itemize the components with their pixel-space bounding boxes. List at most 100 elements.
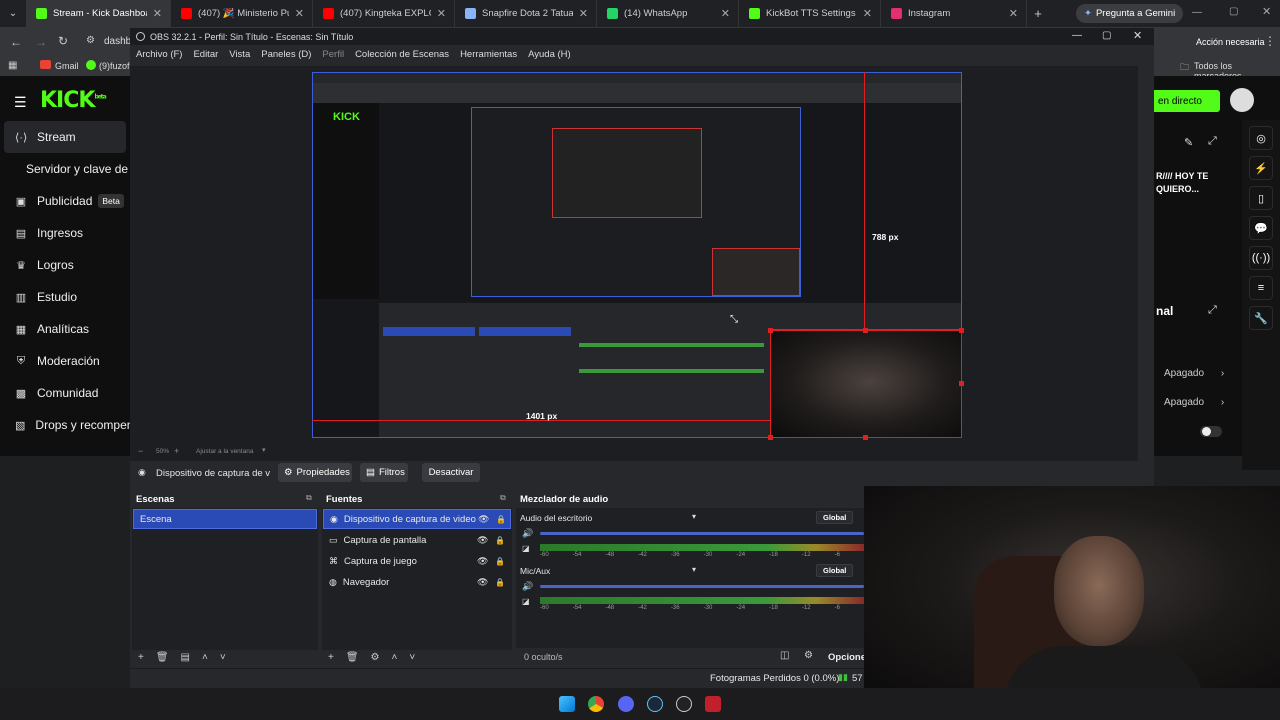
visibility-eye-icon[interactable]: 👁 [478,514,489,525]
kick-nav-item[interactable]: ♛ Logros [0,249,130,281]
add-source-icon[interactable]: + [328,652,334,663]
zoom-out-button[interactable]: − [138,446,143,456]
zoom-in-button[interactable]: + [174,446,179,456]
toggle-row-2[interactable]: Apagado › [1164,397,1224,408]
obs-menu-item[interactable]: Archivo (F) [136,49,182,60]
close-tab-icon[interactable]: ✕ [153,7,162,20]
tab-search-button[interactable]: ⌄ [0,0,26,27]
source-item[interactable]: ▭ Captura de pantalla 👁 🔒 [323,530,511,550]
resize-handle[interactable] [863,435,868,440]
undock-icon[interactable]: ⧉ [500,493,506,503]
target-icon[interactable]: ◎ [1249,126,1273,150]
source-item[interactable]: ◍ Navegador 👁 🔒 [323,572,511,592]
hamburger-icon[interactable]: ☰ [14,94,27,111]
speaker-icon[interactable]: 🔊 [522,528,533,539]
site-info-icon[interactable]: ⚙ [86,35,95,46]
chevron-down-icon[interactable]: ˅ [409,652,415,663]
expand-icon[interactable]: ⤢ [1208,135,1217,148]
kick-logo[interactable]: KICKbeta [40,88,107,113]
toggle-row-1[interactable]: Apagado › [1164,368,1224,379]
obs-taskbar-icon[interactable] [676,696,692,712]
obs-menu-item[interactable]: Perfil [322,49,344,60]
obs-preview[interactable]: KICK 1401 px 788 px ⤡ − 50% + Ajustar a … [130,66,1138,468]
fit-window-select[interactable]: Ajustar a la ventana [196,448,253,455]
kick-nav-item[interactable]: ▧ Drops y recompen [0,409,133,441]
kick-nav-item[interactable]: ▩ Comunidad [0,377,130,409]
close-tab-icon[interactable]: ✕ [721,7,730,20]
browser-tab[interactable]: (407) 🎉 Ministerio Públic ✕ [171,0,313,27]
properties-button[interactable]: ⚙ Propiedades [278,463,352,482]
browser-tab[interactable]: Stream - Kick Dashboard ✕ [26,0,171,27]
apps-icon[interactable]: ▦ [8,60,17,71]
chat-icon[interactable]: 💬 [1249,216,1273,240]
kick-nav-item[interactable]: ▣ Publicidad Beta [0,185,130,217]
trash-icon[interactable]: 🗑 [346,652,359,663]
obs-menu-item[interactable]: Vista [229,49,250,60]
volume-slider[interactable] [540,585,864,588]
browser-tab[interactable]: (14) WhatsApp ✕ [597,0,739,27]
new-tab-button[interactable]: + [1027,6,1049,21]
chevron-down-icon[interactable]: ▾ [692,512,696,521]
obs-menu-item[interactable]: Editar [193,49,218,60]
edit-icon[interactable]: ✎ [1184,136,1193,149]
lock-icon[interactable]: 🔒 [496,515,506,524]
account-action-button[interactable]: Acción necesaria [1190,32,1271,52]
bookmark-gmail[interactable]: Gmail [55,61,79,71]
kick-nav-item[interactable]: ⟨·⟩ Stream [4,121,126,153]
kick-nav-item[interactable]: ▥ Estudio [0,281,130,313]
chevron-up-icon[interactable]: ˄ [202,652,208,663]
maximize-browser-button[interactable]: ▢ [1229,6,1238,17]
chrome-icon[interactable] [588,696,604,712]
columns-icon[interactable]: ◫ [780,650,789,661]
lock-icon[interactable]: 🔒 [495,557,505,566]
source-item[interactable]: ⌘ Captura de juego 👁 🔒 [323,551,511,571]
bookmark-fuzof[interactable]: (9)fuzof [99,61,130,71]
steam-icon[interactable] [647,696,663,712]
resize-handle[interactable] [959,328,964,333]
avatar[interactable] [1230,88,1254,112]
url-text[interactable]: dashb [104,36,131,47]
undock-icon[interactable]: ⧉ [306,493,312,503]
wrench-icon[interactable]: 🔧 [1249,306,1273,330]
toggle-switch[interactable] [1200,426,1222,437]
reload-icon[interactable]: ↻ [58,34,68,48]
obs-menu-item[interactable]: Colección de Escenas [355,49,449,60]
obs-menu-item[interactable]: Herramientas [460,49,517,60]
lock-icon[interactable]: 🔒 [495,578,505,587]
browser-tab[interactable]: KickBot TTS Settings ✕ [739,0,881,27]
visibility-eye-icon[interactable]: 👁 [477,577,488,588]
visibility-eye-icon[interactable]: 👁 [477,556,488,567]
chevron-down-icon[interactable]: ▾ [692,565,696,574]
app-icon[interactable] [705,696,721,712]
source-item[interactable]: ◉ Dispositivo de captura de video 👁 🔒 [323,509,511,529]
mute-config-icon[interactable]: ◪ [522,597,530,606]
mute-config-icon[interactable]: ◪ [522,544,530,553]
close-tab-icon[interactable]: ✕ [863,7,872,20]
windows-start-icon[interactable] [559,696,575,712]
phone-icon[interactable]: ▯ [1249,186,1273,210]
global-badge[interactable]: Global [816,564,854,577]
close-tab-icon[interactable]: ✕ [437,7,446,20]
close-tab-icon[interactable]: ✕ [579,7,588,20]
obs-minimize-button[interactable]: — [1072,30,1082,41]
gemini-button[interactable]: ✦ Pregunta a Gemini [1076,4,1184,23]
filters-button[interactable]: ▤ Filtros [360,463,408,482]
menu-kebab-icon[interactable]: ⋮ [1264,34,1276,48]
lightning-icon[interactable]: ⚡ [1249,156,1273,180]
visibility-eye-icon[interactable]: 👁 [477,535,488,546]
browser-tab[interactable]: Instagram ✕ [881,0,1027,27]
kick-nav-item[interactable]: ▤ Ingresos [0,217,130,249]
settings-icon[interactable]: ⚙ [804,650,813,661]
resize-handle[interactable] [863,328,868,333]
resize-handle[interactable] [768,328,773,333]
resize-handle[interactable] [959,381,964,386]
live-badge[interactable]: en directo [1154,90,1220,112]
minimize-browser-button[interactable]: — [1192,7,1202,18]
obs-maximize-button[interactable]: ▢ [1102,30,1111,41]
kick-nav-item[interactable]: ⛨ Moderación [0,345,130,377]
close-tab-icon[interactable]: ✕ [1009,7,1018,20]
gear-icon[interactable]: ⚙ [371,652,380,663]
popout-icon[interactable]: ⤢ [1208,304,1217,317]
obs-menu-item[interactable]: Paneles (D) [261,49,311,60]
discord-icon[interactable] [618,696,634,712]
